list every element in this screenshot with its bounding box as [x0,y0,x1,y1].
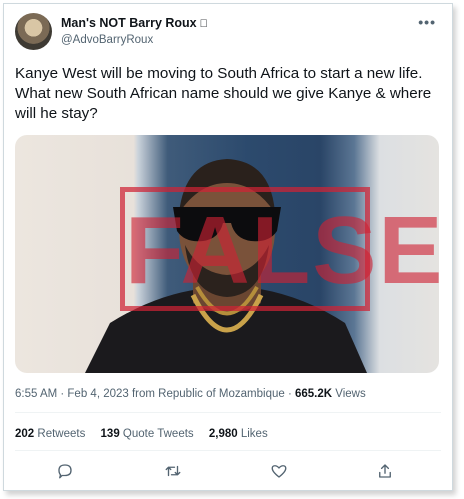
display-name[interactable]: Man's NOT Barry Roux [61,16,208,30]
engagement-stats: 202 Retweets 139 Quote Tweets 2,980 Like… [15,428,280,440]
timestamp[interactable]: 6:55 AM · Feb 4, 2023 from Republic of M… [15,388,295,400]
likes-count: 2,980 [208,428,238,440]
like-icon[interactable] [270,462,288,480]
tweet-metadata: 6:55 AM · Feb 4, 2023 from Republic of M… [15,388,366,400]
reply-icon[interactable] [56,462,74,480]
divider [15,450,441,451]
share-icon[interactable] [376,462,394,480]
divider [15,412,441,413]
display-name-text[interactable]: Man's NOT Barry Roux [61,16,197,30]
tweet-image[interactable]: FALSE [15,135,439,373]
likes-label: Likes [237,428,268,440]
quote-tweets-stat[interactable]: 139 Quote Tweets [101,428,194,440]
views-label: Views [332,388,366,400]
more-icon[interactable]: ••• [418,14,436,30]
action-bar [4,462,452,480]
tweet-card: Man's NOT Barry Roux @AdvoBarryRoux •••… [3,3,453,491]
retweet-icon[interactable] [164,462,182,480]
retweets-label: Retweets [34,428,86,440]
quotes-count: 139 [100,428,120,440]
views-count: 665.2K [294,388,333,400]
likes-stat[interactable]: 2,980 Likes [209,428,268,440]
retweets-stat[interactable]: 202 Retweets [15,428,85,440]
tweet-text: Kanye West will be moving to South Afric… [15,65,432,122]
avatar[interactable] [15,13,52,50]
apple-logo-icon:  [200,18,208,30]
quotes-label: Quote Tweets [119,428,194,440]
retweets-count: 202 [15,428,35,440]
user-handle[interactable]: @AdvoBarryRoux [61,34,153,46]
false-stamp: FALSE [120,187,439,311]
false-stamp-text: FALSE [125,197,439,304]
